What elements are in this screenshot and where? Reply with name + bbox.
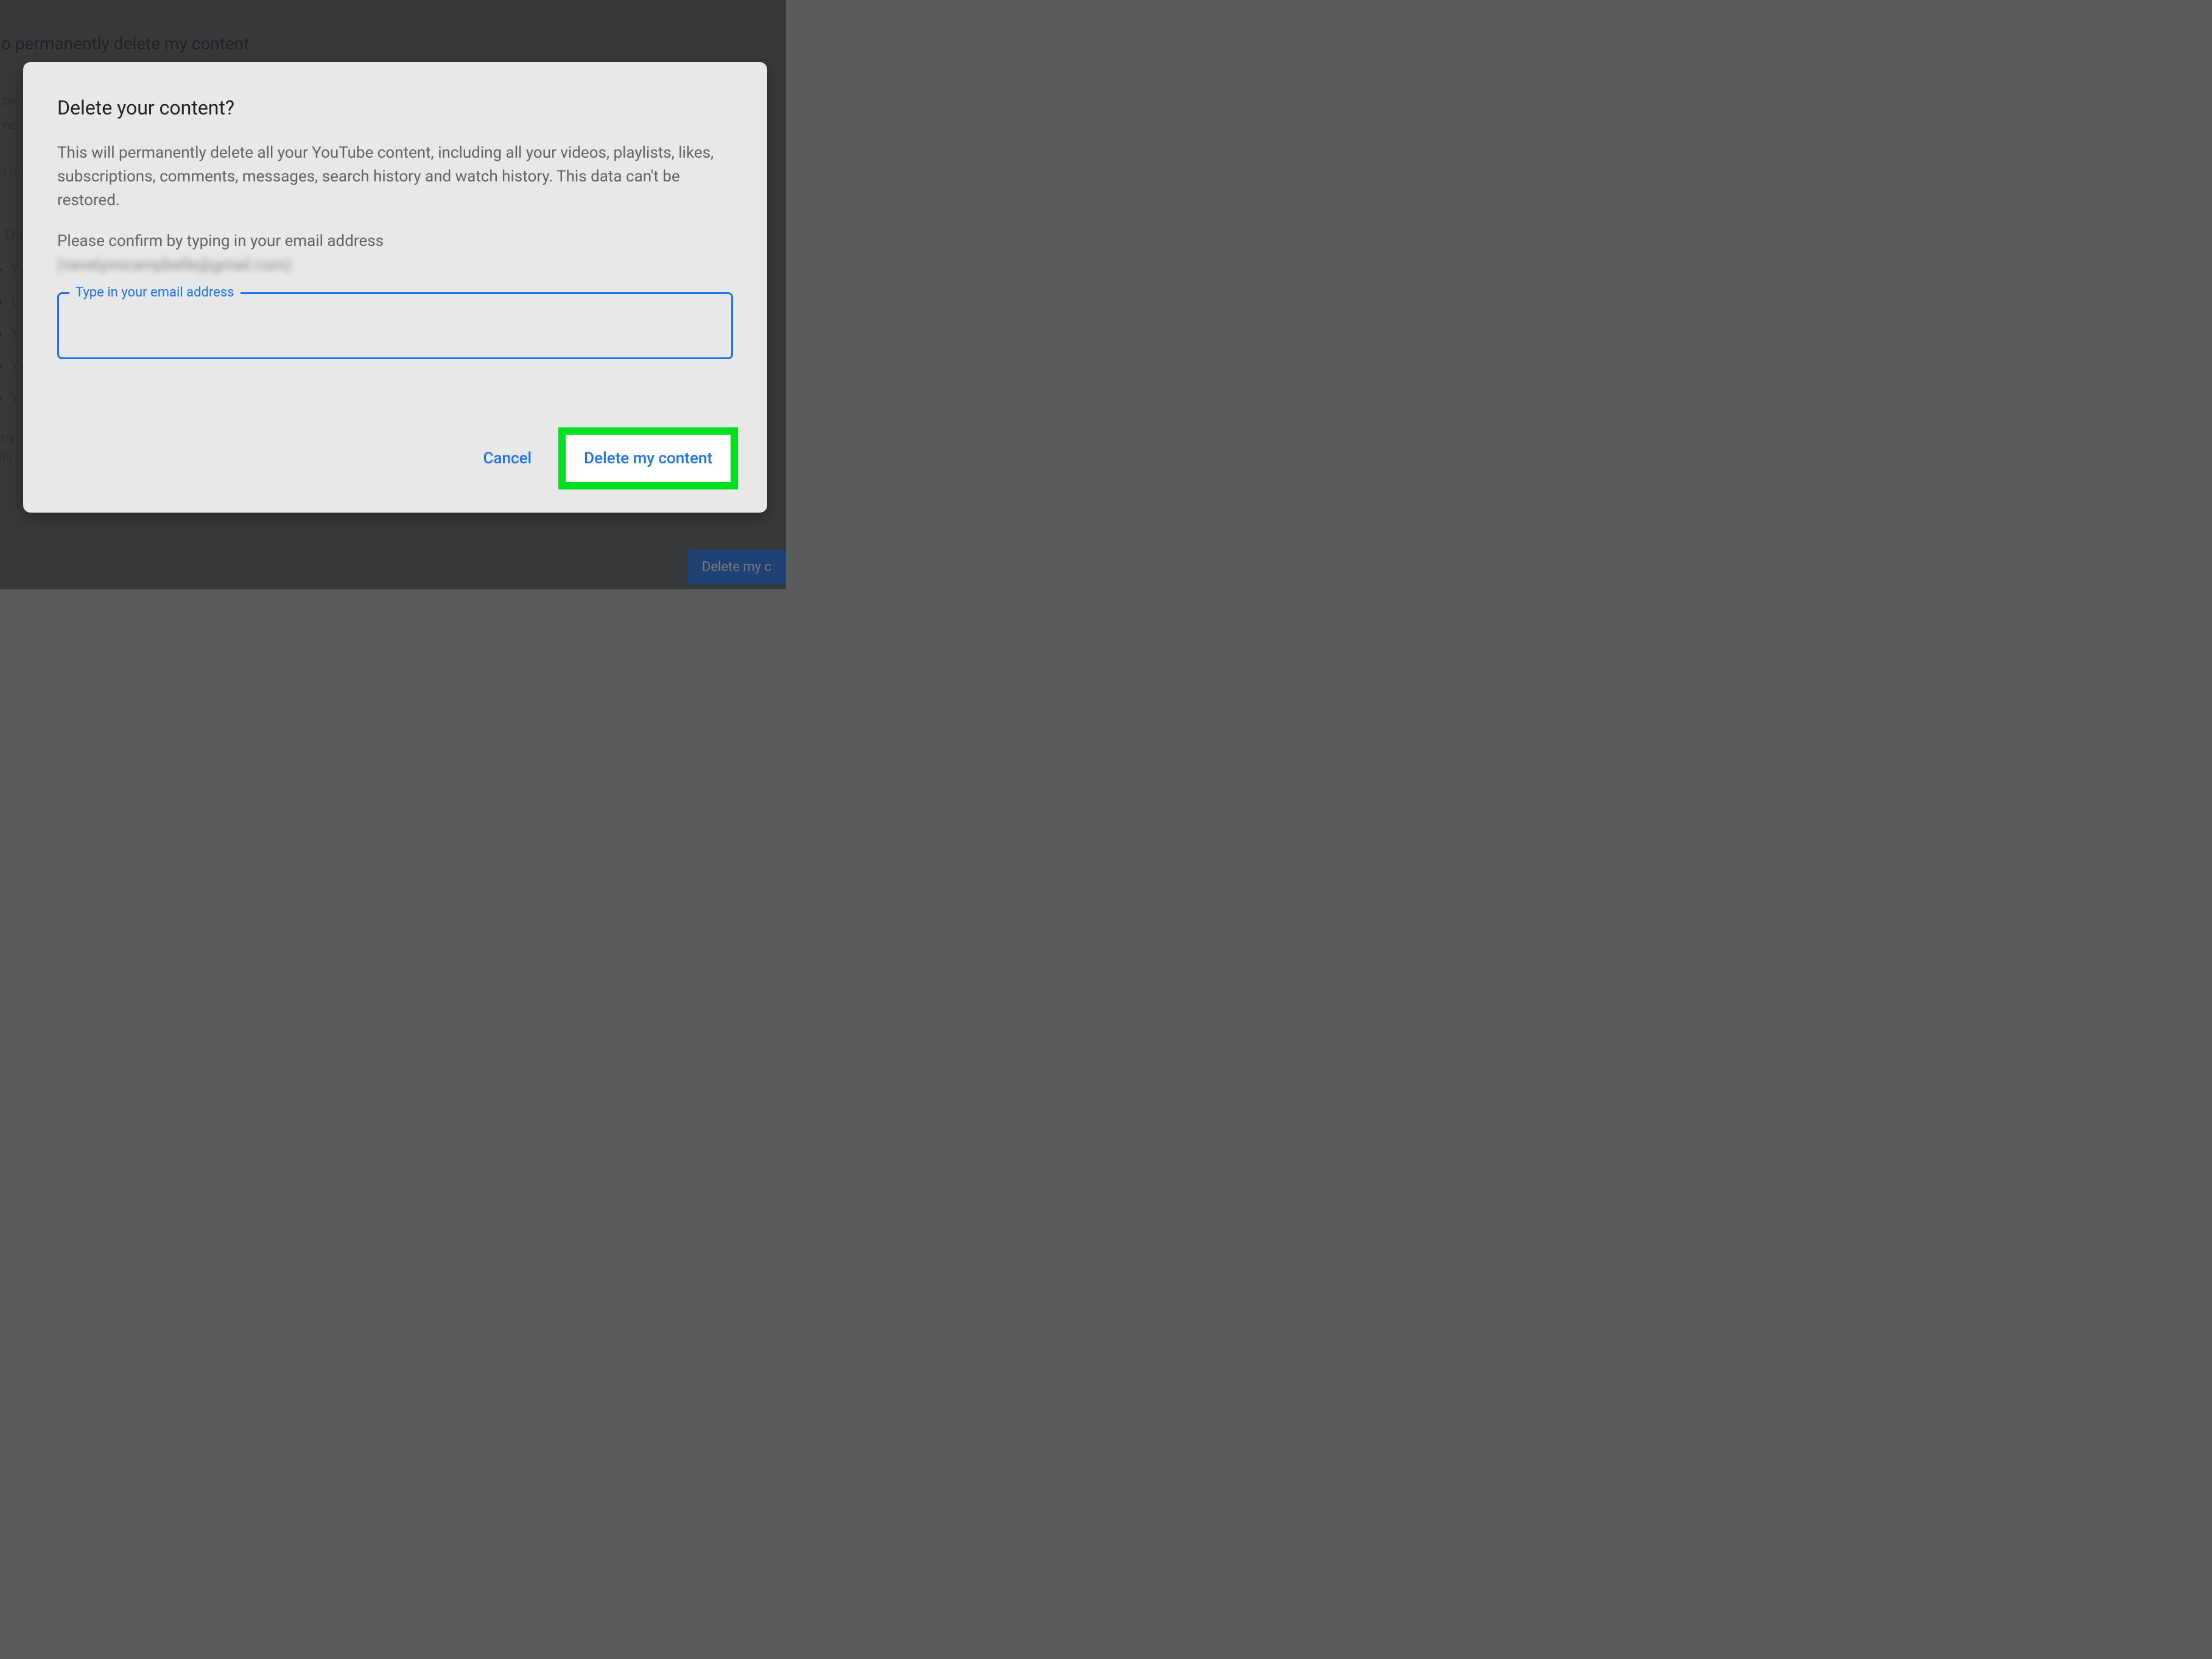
delete-content-dialog: Delete your content? This will permanent…	[23, 62, 767, 513]
delete-my-content-button[interactable]: Delete my content	[566, 435, 731, 482]
dialog-title: Delete your content?	[57, 96, 733, 119]
cancel-button[interactable]: Cancel	[469, 441, 547, 476]
email-input[interactable]	[57, 292, 733, 359]
dialog-actions: Cancel Delete my content	[469, 427, 738, 489]
email-input-wrapper: Type in your email address	[57, 292, 733, 359]
dialog-user-email-blurred: (nevelynncampbelle@gmail.com)	[57, 256, 733, 274]
dialog-body-text: This will permanently delete all your Yo…	[57, 141, 733, 212]
highlight-box: Delete my content	[558, 427, 738, 489]
email-input-label: Type in your email address	[69, 285, 241, 300]
dialog-confirm-prompt: Please confirm by typing in your email a…	[57, 230, 733, 253]
